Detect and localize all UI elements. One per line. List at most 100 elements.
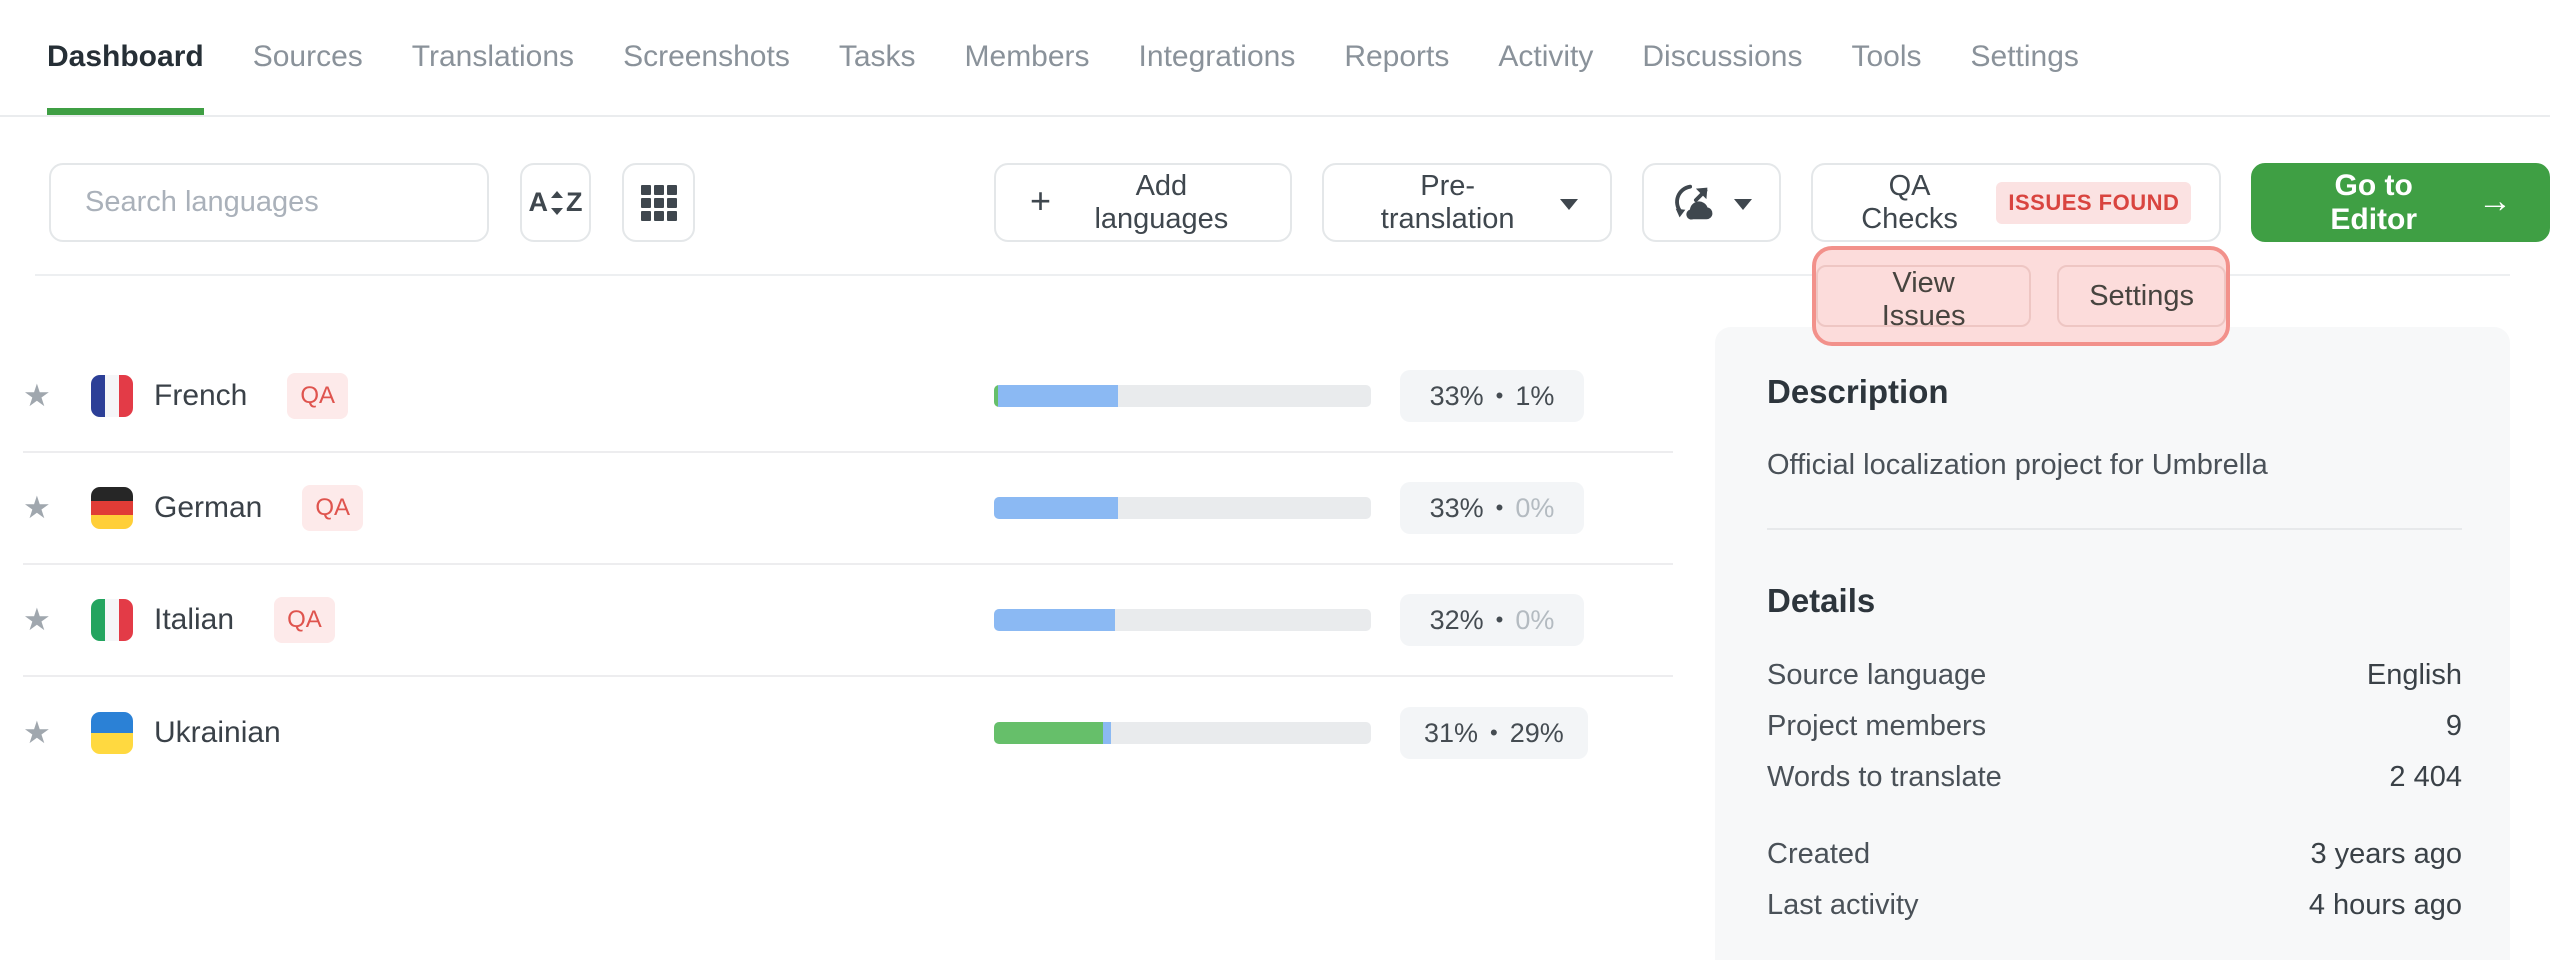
arrow-right-icon: → [2478,182,2512,221]
dot-separator: • [1496,607,1504,633]
approved-percent: 0% [1515,605,1554,636]
nav-tab-dashboard[interactable]: Dashboard [47,0,204,115]
progress-stats-chip: 33% • 0% [1400,482,1584,534]
dot-separator: • [1496,495,1504,521]
dot-separator: • [1496,383,1504,409]
nav-tab-integrations[interactable]: Integrations [1139,0,1296,115]
translated-percent: 33% [1430,381,1484,412]
qa-issues-badge[interactable]: QA [274,597,335,643]
language-row[interactable]: ★ French QA 33% • 1% [23,341,1673,453]
star-icon[interactable]: ★ [23,378,59,414]
pre-translation-button[interactable]: Pre-translation [1322,163,1612,242]
language-flag-icon [91,487,133,529]
approved-percent: 1% [1515,381,1554,412]
qa-issues-badge[interactable]: QA [302,485,363,531]
nav-tab-translations[interactable]: Translations [412,0,574,115]
detail-value: 9 [2446,710,2462,743]
detail-row: Words to translate 2 404 [1767,752,2462,803]
detail-value: 4 hours ago [2309,889,2462,922]
language-row[interactable]: ★ German QA 33% • 0% [23,453,1673,565]
progress-stats-chip: 32% • 0% [1400,594,1584,646]
qa-checks-label: QA Checks [1841,170,1979,236]
translated-progress-segment [994,497,1118,519]
cloud-sync-icon [1670,180,1716,226]
language-flag-icon [91,599,133,641]
star-icon[interactable]: ★ [23,715,59,751]
language-row[interactable]: ★ Ukrainian 31% • 29% [23,677,1673,789]
language-list: ★ French QA 33% • 1% ★ German QA 3 [23,276,1673,789]
toolbar-actions: + Add languages Pre-translation QA Check… [994,163,2550,242]
qa-checks-popover: View Issues Settings [1812,246,2230,346]
nav-tab-tasks[interactable]: Tasks [839,0,916,115]
project-dashboard: Dashboard Sources Translations Screenshots T… [0,0,2550,960]
qa-settings-button[interactable]: Settings [2057,265,2226,327]
translation-progress-bar [994,385,1371,407]
language-name[interactable]: Italian [154,603,234,637]
translation-progress-bar [994,722,1371,744]
language-name[interactable]: French [154,379,247,413]
detail-label: Source language [1767,659,1986,692]
detail-row: Last activity 4 hours ago [1767,880,2462,931]
chevron-down-icon [1560,199,1578,210]
translated-percent: 33% [1430,493,1484,524]
grid-view-button[interactable] [622,163,695,242]
qa-checks-button[interactable]: QA Checks ISSUES FOUND [1811,163,2222,242]
nav-tab-settings[interactable]: Settings [1971,0,2079,115]
nav-tab-reports[interactable]: Reports [1344,0,1449,115]
add-languages-label: Add languages [1067,170,1256,236]
plus-icon: + [1030,183,1051,219]
sort-alphabetical-icon: A Z [529,187,583,218]
project-nav: Dashboard Sources Translations Screenshots T… [0,0,2550,117]
language-flag-icon [91,712,133,754]
nav-tab-members[interactable]: Members [965,0,1090,115]
nav-tab-tools[interactable]: Tools [1851,0,1921,115]
detail-label: Words to translate [1767,761,2002,794]
translated-percent: 32% [1430,605,1484,636]
detail-label: Created [1767,838,1870,871]
detail-label: Project members [1767,710,1986,743]
nav-tab-discussions[interactable]: Discussions [1642,0,1802,115]
translated-progress-segment [994,609,1115,631]
go-to-editor-button[interactable]: Go to Editor → [2251,163,2550,242]
panel-divider [1767,528,2462,530]
dot-separator: • [1490,720,1498,746]
nav-tab-activity[interactable]: Activity [1498,0,1593,115]
language-name[interactable]: German [154,491,262,525]
star-icon[interactable]: ★ [23,602,59,638]
language-row[interactable]: ★ Italian QA 32% • 0% [23,565,1673,677]
sort-alphabetical-button[interactable]: A Z [520,163,591,242]
translation-progress-bar [994,497,1371,519]
nav-tab-sources[interactable]: Sources [253,0,363,115]
translated-progress-segment [998,385,1119,407]
language-flag-icon [91,375,133,417]
project-info-panel: Description Official localization projec… [1715,327,2510,960]
translation-progress-bar [994,609,1371,631]
issues-found-badge: ISSUES FOUND [1996,182,2191,224]
nav-tab-screenshots[interactable]: Screenshots [623,0,790,115]
detail-row: Project members 9 [1767,701,2462,752]
translated-percent: 31% [1424,718,1478,749]
translated-progress-segment [1103,722,1111,744]
chevron-down-icon [1734,199,1752,210]
description-text: Official localization project for Umbrel… [1767,449,2462,482]
grid-view-icon [641,185,677,221]
approved-percent: 29% [1510,718,1564,749]
approved-progress-segment [994,722,1103,744]
details-secondary: Created 3 years ago Last activity 4 hour… [1767,829,2462,931]
approved-percent: 0% [1515,493,1554,524]
view-issues-button[interactable]: View Issues [1816,265,2031,327]
star-icon[interactable]: ★ [23,490,59,526]
detail-row: Created 3 years ago [1767,829,2462,880]
search-input[interactable] [49,163,489,242]
add-languages-button[interactable]: + Add languages [994,163,1292,242]
detail-value: 3 years ago [2310,838,2462,871]
detail-row: Source language English [1767,650,2462,701]
progress-stats-chip: 31% • 29% [1400,707,1588,759]
description-title: Description [1767,373,2462,411]
language-name[interactable]: Ukrainian [154,716,281,750]
progress-stats-chip: 33% • 1% [1400,370,1584,422]
machine-translation-button[interactable] [1642,163,1781,242]
qa-issues-badge[interactable]: QA [287,373,348,419]
go-to-editor-label: Go to Editor [2289,169,2458,237]
details-title: Details [1767,582,2462,620]
